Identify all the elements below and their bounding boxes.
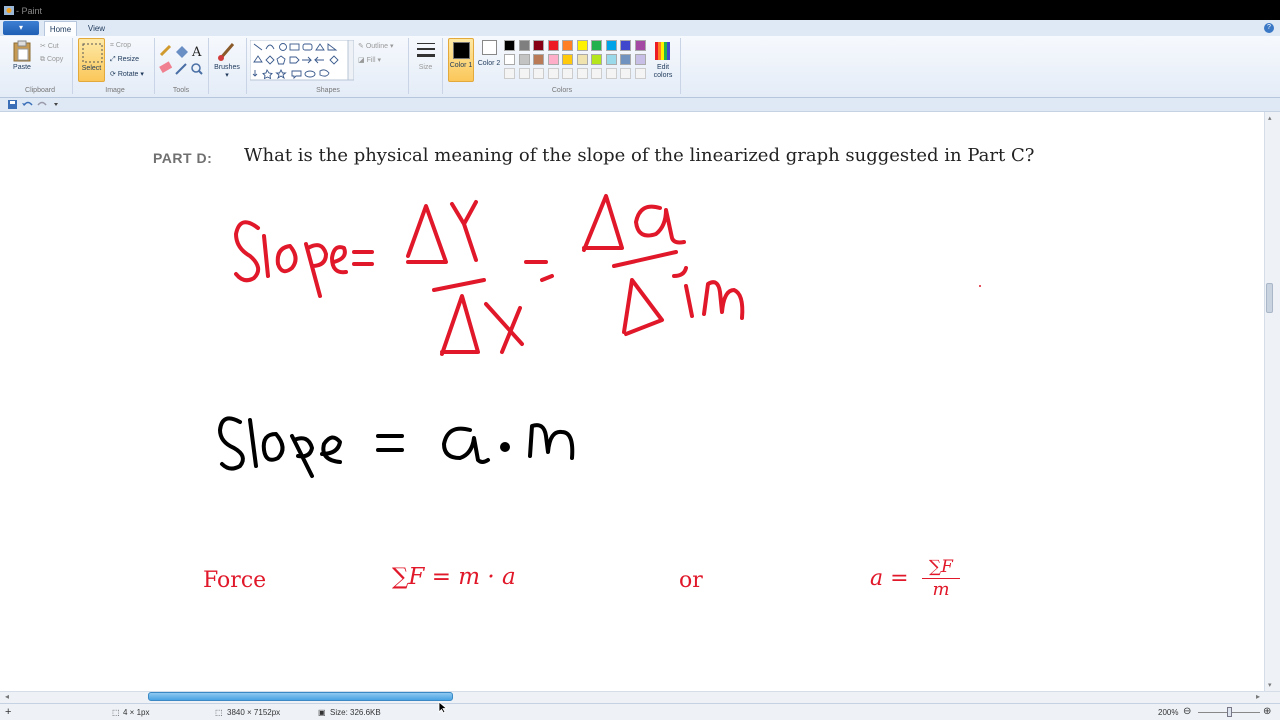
red-slope-formula: [234, 194, 745, 356]
file-size-icon: ▣: [318, 708, 326, 717]
black-slope-formula: [218, 416, 575, 478]
handwriting-ink: [218, 194, 981, 478]
scroll-down-icon[interactable]: ▾: [1268, 681, 1272, 689]
horizontal-scroll-thumb[interactable]: [148, 692, 453, 701]
file-size: Size: 326.6KB: [330, 708, 381, 717]
force-label: Force: [203, 568, 267, 593]
equation-sum-force: ∑F = m · a: [392, 564, 516, 590]
or-label: or: [679, 568, 703, 593]
zoom-slider-thumb[interactable]: [1227, 707, 1232, 717]
vertical-scroll-thumb[interactable]: [1266, 283, 1273, 313]
vertical-scrollbar[interactable]: ▴ ▾: [1264, 112, 1280, 691]
cursor-position: 4 × 1px: [123, 708, 150, 717]
zoom-in-icon[interactable]: ⊕: [1263, 706, 1271, 717]
cursor-position-icon: ⬚: [112, 708, 120, 717]
fraction-numerator: ∑F: [922, 556, 960, 579]
help-icon[interactable]: ?: [1264, 23, 1274, 33]
red-dot-mark: [979, 285, 981, 287]
zoom-out-icon[interactable]: ⊖: [1183, 706, 1191, 717]
equation-acceleration-lhs: a =: [870, 566, 909, 591]
scroll-right-icon[interactable]: ▸: [1256, 692, 1260, 701]
crosshair-icon: +: [5, 706, 12, 718]
scroll-left-icon[interactable]: ◂: [5, 692, 9, 701]
mouse-pointer-icon: [438, 701, 447, 714]
scroll-up-icon[interactable]: ▴: [1268, 114, 1272, 122]
equation-acceleration-fraction: ∑F m: [922, 556, 960, 601]
fraction-denominator: m: [932, 579, 950, 600]
selection-size-icon: ⬚: [215, 708, 223, 717]
status-bar: + ⬚ 4 × 1px ⬚ 3840 × 7152px ▣ Size: 326.…: [0, 703, 1280, 720]
image-dimensions: 3840 × 7152px: [227, 708, 281, 717]
zoom-level: 200%: [1158, 708, 1179, 717]
